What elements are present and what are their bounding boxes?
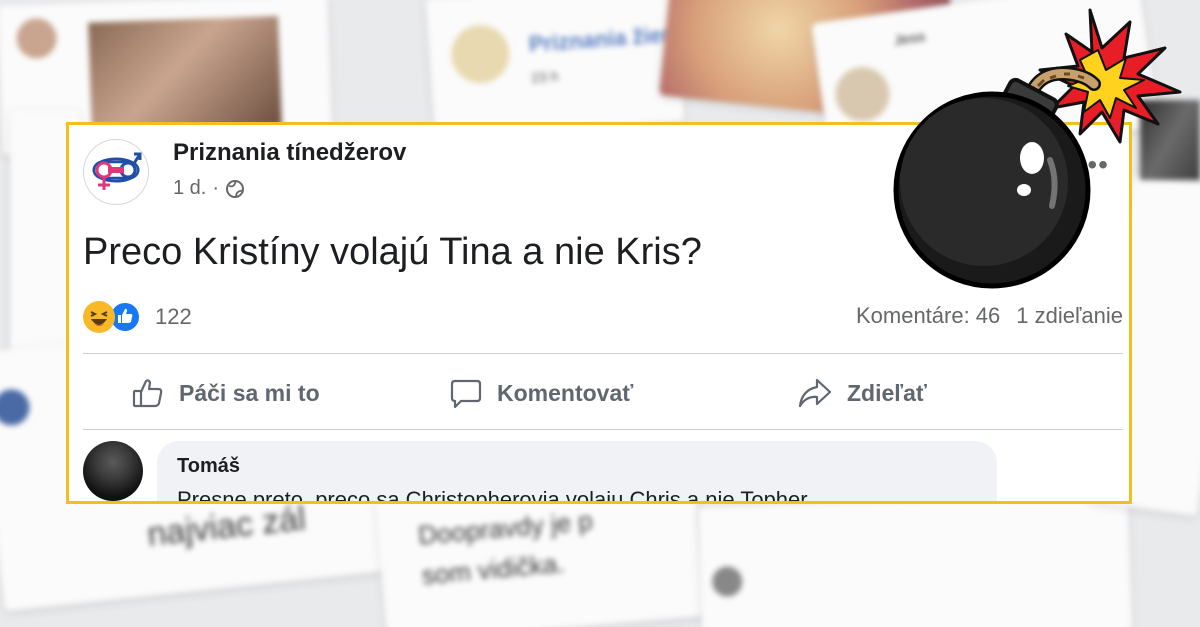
like-icon (132, 379, 163, 408)
bg-text-line: najviac zál (145, 499, 308, 554)
post-time[interactable]: 1 d. (173, 177, 206, 200)
comment-button[interactable]: Komentovať (449, 373, 633, 413)
page-logo-icon (86, 142, 146, 202)
bg-avatar (0, 387, 32, 428)
post-meta: 1 d. · (173, 177, 245, 200)
shares-count[interactable]: 1 zdieľanie (1016, 303, 1123, 329)
haha-reaction-icon (83, 301, 115, 333)
globe-icon (226, 179, 245, 198)
bg-time: 23 h (530, 67, 559, 86)
divider (83, 429, 1123, 430)
bg-photo (88, 16, 282, 133)
comment-bubble: Tomáš Presne preto, preco sa Christopher… (157, 441, 997, 504)
bg-card-priznania-zien: Priznania žien 23 h (425, 0, 685, 139)
bg-avatar (711, 566, 743, 598)
bg-page-avatar (449, 23, 512, 86)
reaction-count: 122 (155, 304, 192, 329)
comment-label: Komentovať (497, 379, 634, 406)
comment-author[interactable]: Tomáš (177, 455, 240, 478)
bg-avatar (15, 17, 58, 60)
comment-text: Presne preto, preco sa Christopherovia v… (177, 487, 808, 504)
like-button[interactable]: Páči sa mi to (131, 373, 320, 413)
bg-text-line: Doopravdy je p (416, 505, 594, 551)
page-name[interactable]: Priznania tínedžerov (173, 139, 406, 167)
share-button[interactable]: Zdieľať (797, 373, 927, 413)
comments-count[interactable]: Komentáre: 46 (856, 303, 1000, 329)
bg-text-line: som vidička. (420, 547, 566, 591)
commenter-avatar[interactable] (83, 441, 143, 501)
meta-separator: · (212, 177, 220, 199)
reactions-summary[interactable]: 122 (83, 299, 192, 335)
share-icon (798, 378, 832, 408)
divider (83, 353, 1123, 354)
comment-icon (450, 379, 482, 409)
page-avatar[interactable] (83, 139, 149, 205)
post-stats: Komentáre: 46 1 zdieľanie (856, 303, 1123, 329)
bg-page-name: Priznania žien (527, 21, 677, 57)
bg-card-bottom-right (697, 492, 1133, 627)
post-text: Preco Kristíny volajú Tina a nie Kris? (83, 231, 702, 273)
like-label: Páči sa mi to (179, 379, 320, 406)
bomb-icon (893, 8, 1182, 289)
share-label: Zdieľať (847, 379, 927, 406)
